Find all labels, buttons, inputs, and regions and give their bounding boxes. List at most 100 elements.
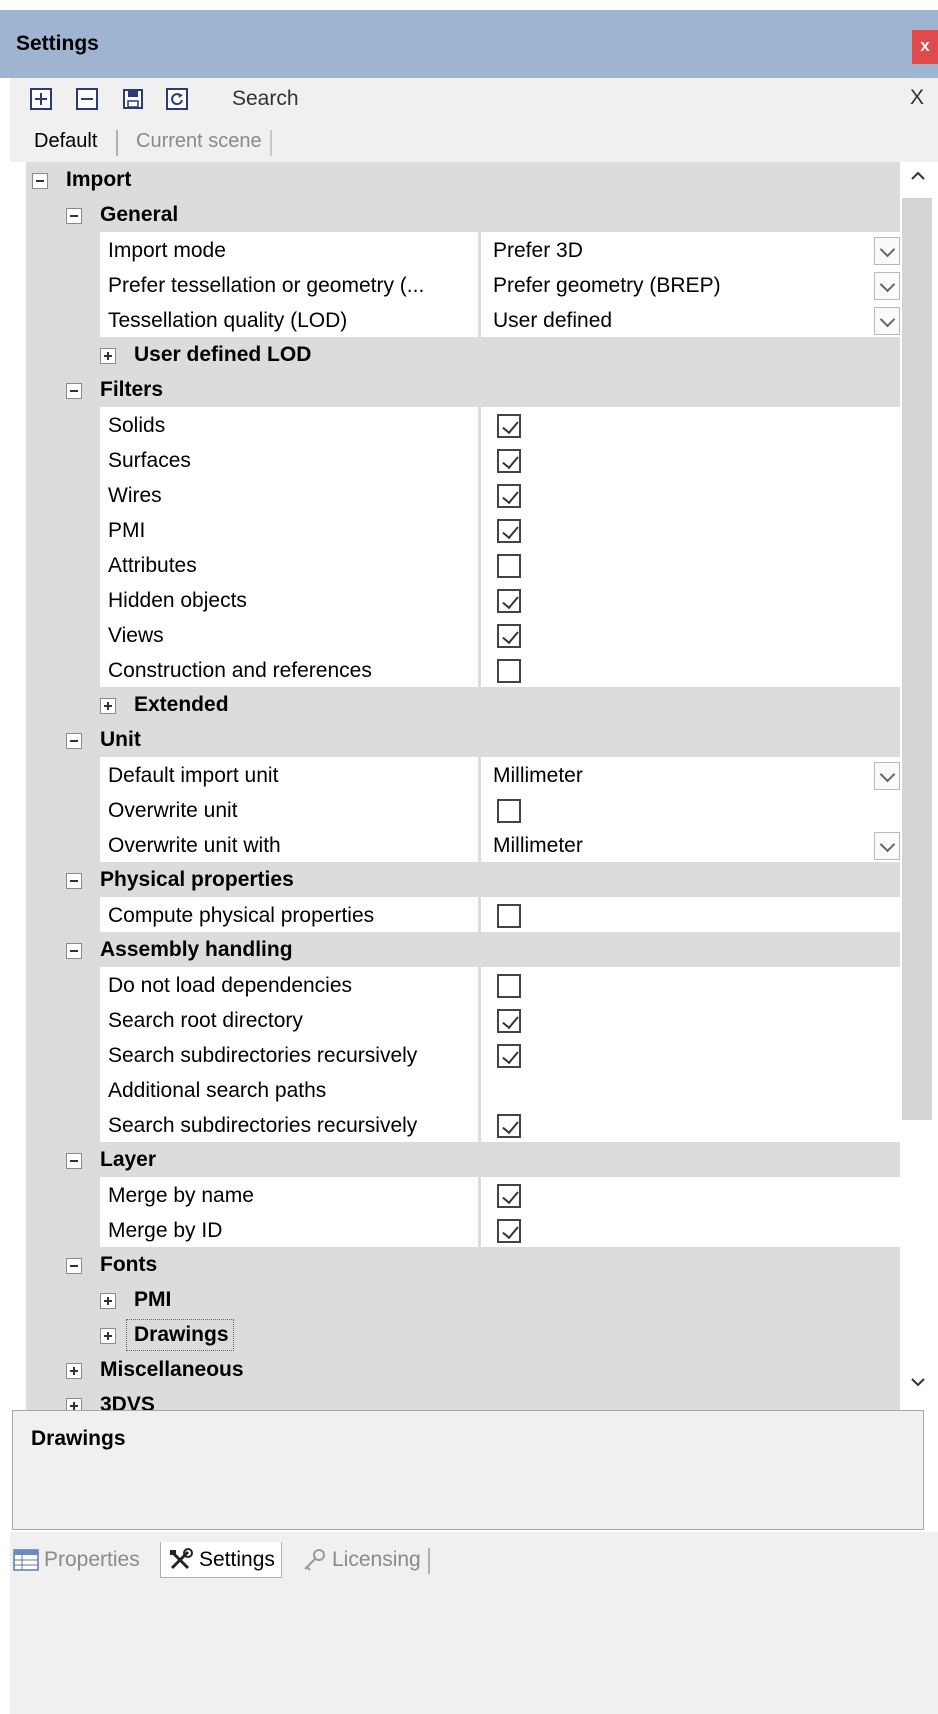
category-import[interactable]: Import [26, 162, 900, 200]
property-search-subdirs: Search subdirectories recursively [26, 1037, 900, 1075]
category-filters[interactable]: Filters [26, 372, 900, 410]
wires-checkbox[interactable] [497, 484, 521, 508]
property-construction-references: Construction and references [26, 652, 900, 690]
property-name: Merge by ID [108, 1219, 223, 1242]
collapse-icon[interactable] [66, 943, 82, 959]
solids-checkbox[interactable] [497, 414, 521, 438]
scrollbar-thumb[interactable] [902, 198, 932, 1120]
do-not-load-deps-checkbox[interactable] [497, 974, 521, 998]
category-label: Physical properties [100, 868, 294, 891]
title-bar: Settings x [0, 0, 938, 78]
collapse-icon[interactable] [66, 208, 82, 224]
expand-icon[interactable] [100, 698, 116, 714]
scroll-up-icon[interactable] [908, 166, 928, 186]
search-subdirs-2-checkbox[interactable] [497, 1114, 521, 1138]
property-solids: Solids [26, 407, 900, 445]
tab-properties[interactable]: Properties [12, 1542, 140, 1578]
collapse-icon[interactable] [66, 383, 82, 399]
category-fonts-pmi[interactable]: PMI [26, 1282, 900, 1320]
search-subdirs-checkbox[interactable] [497, 1044, 521, 1068]
pmi-checkbox[interactable] [497, 519, 521, 543]
expand-icon[interactable] [100, 1293, 116, 1309]
property-merge-by-name: Merge by name [26, 1177, 900, 1215]
property-views: Views [26, 617, 900, 655]
chevron-down-icon[interactable] [874, 237, 900, 265]
merge-by-id-checkbox[interactable] [497, 1219, 521, 1243]
surfaces-checkbox[interactable] [497, 449, 521, 473]
expand-icon[interactable] [100, 348, 116, 364]
key-icon [300, 1547, 328, 1573]
hidden-objects-checkbox[interactable] [497, 589, 521, 613]
category-unit[interactable]: Unit [26, 722, 900, 760]
property-name: Do not load dependencies [108, 974, 353, 997]
chevron-down-icon[interactable] [874, 307, 900, 335]
expand-all-icon[interactable] [28, 86, 54, 112]
category-user-defined-lod[interactable]: User defined LOD [26, 337, 900, 375]
close-button[interactable]: x [912, 30, 938, 64]
description-title: Drawings [31, 1427, 126, 1450]
merge-by-name-checkbox[interactable] [497, 1184, 521, 1208]
scope-tabs: Default Current scene [10, 122, 938, 162]
collapse-all-icon[interactable] [74, 86, 100, 112]
tab-default[interactable]: Default [34, 130, 97, 153]
expand-icon[interactable] [66, 1363, 82, 1379]
attributes-checkbox[interactable] [497, 554, 521, 578]
collapse-icon[interactable] [66, 733, 82, 749]
property-name: Import mode [108, 239, 226, 262]
chevron-down-icon[interactable] [874, 762, 900, 790]
tessellation-quality-select[interactable]: User defined [480, 302, 900, 339]
scroll-down-icon[interactable] [908, 1372, 928, 1392]
left-border [0, 78, 10, 1714]
tab-licensing[interactable]: Licensing [300, 1542, 421, 1578]
property-name: Views [108, 624, 164, 647]
category-label: Filters [100, 378, 164, 401]
category-assembly-handling[interactable]: Assembly handling [26, 932, 900, 970]
expand-icon[interactable] [100, 1328, 116, 1344]
collapse-icon[interactable] [66, 873, 82, 889]
search-input[interactable]: Search [232, 87, 299, 111]
reset-icon[interactable] [164, 86, 190, 112]
category-physical-properties[interactable]: Physical properties [26, 862, 900, 900]
category-label: Assembly handling [100, 938, 293, 961]
collapse-icon[interactable] [66, 1153, 82, 1169]
tab-label: Settings [199, 1547, 275, 1571]
overwrite-unit-with-select[interactable]: Millimeter [480, 827, 900, 864]
property-value: Prefer 3D [493, 239, 583, 262]
save-icon[interactable] [120, 86, 146, 112]
collapse-icon[interactable] [66, 1258, 82, 1274]
category-fonts[interactable]: Fonts [26, 1247, 900, 1285]
property-do-not-load-deps: Do not load dependencies [26, 967, 900, 1005]
property-hidden-objects: Hidden objects [26, 582, 900, 620]
category-label: Extended [134, 693, 229, 716]
property-attributes: Attributes [26, 547, 900, 585]
prefer-tessellation-select[interactable]: Prefer geometry (BREP) [480, 267, 900, 304]
property-search-subdirs-2: Search subdirectories recursively [26, 1107, 900, 1145]
tools-icon [167, 1547, 195, 1573]
tab-settings[interactable]: Settings [160, 1542, 282, 1578]
additional-search-paths-field[interactable] [480, 1072, 900, 1109]
category-layer[interactable]: Layer [26, 1142, 900, 1180]
overwrite-unit-checkbox[interactable] [497, 799, 521, 823]
chevron-down-icon[interactable] [874, 832, 900, 860]
compute-physical-checkbox[interactable] [497, 904, 521, 928]
chevron-down-icon[interactable] [874, 272, 900, 300]
property-name: Surfaces [108, 449, 191, 472]
description-panel: Drawings [12, 1410, 924, 1530]
category-label: Layer [100, 1148, 157, 1171]
property-name: Solids [108, 414, 166, 437]
clear-search-button[interactable]: X [910, 86, 924, 110]
tab-current-scene[interactable]: Current scene [136, 130, 262, 153]
tab-separator [116, 130, 118, 156]
default-import-unit-select[interactable]: Millimeter [480, 757, 900, 794]
search-root-directory-checkbox[interactable] [497, 1009, 521, 1033]
category-miscellaneous[interactable]: Miscellaneous [26, 1352, 900, 1390]
construction-references-checkbox[interactable] [497, 659, 521, 683]
views-checkbox[interactable] [497, 624, 521, 648]
property-name: Prefer tessellation or geometry (... [108, 274, 425, 297]
collapse-icon[interactable] [32, 173, 48, 189]
category-fonts-drawings[interactable]: Drawings [26, 1317, 900, 1355]
category-general[interactable]: General [26, 197, 900, 235]
category-extended[interactable]: Extended [26, 687, 900, 725]
property-name: Hidden objects [108, 589, 247, 612]
import-mode-select[interactable]: Prefer 3D [480, 232, 900, 269]
